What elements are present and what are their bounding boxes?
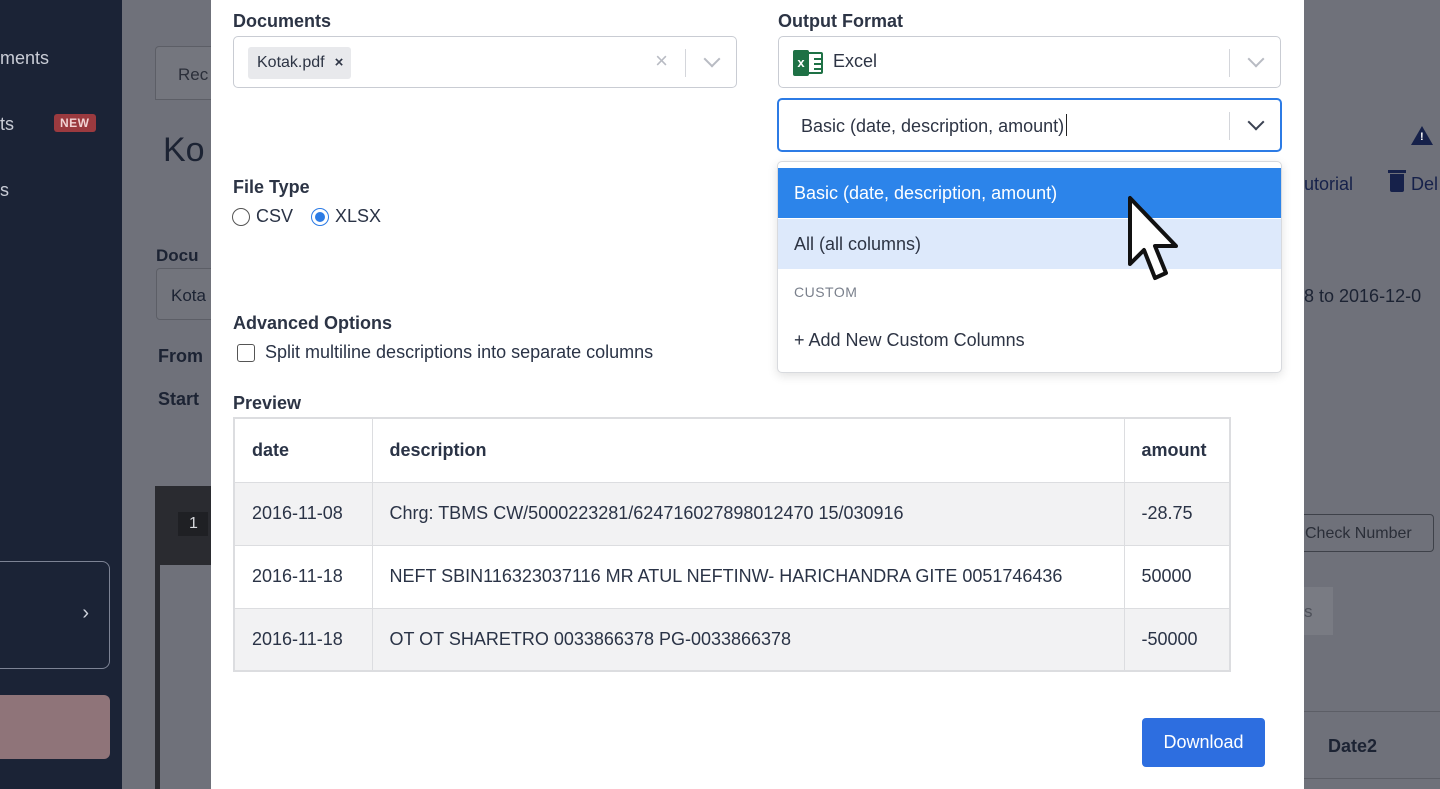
background-documents-label: Docu bbox=[156, 246, 199, 265]
sidebar-item-third[interactable]: s bbox=[0, 180, 9, 201]
output-format-label: Output Format bbox=[778, 11, 903, 31]
option-basic-columns[interactable]: Basic (date, description, amount) bbox=[778, 168, 1281, 218]
column-header-description: description bbox=[371, 417, 1125, 483]
remove-document-icon[interactable]: × bbox=[335, 54, 344, 71]
custom-group-label: CUSTOM bbox=[794, 284, 858, 300]
add-custom-columns-option[interactable]: + Add New Custom Columns bbox=[778, 315, 1281, 363]
tutorial-link: utorial bbox=[1304, 174, 1354, 194]
excel-icon: x bbox=[793, 50, 823, 76]
select-separator bbox=[1229, 112, 1230, 140]
option-all-columns[interactable]: All (all columns) bbox=[778, 219, 1281, 269]
split-multiline-checkbox[interactable] bbox=[237, 343, 255, 362]
columns-select[interactable]: Basic (date, description, amount) bbox=[777, 98, 1282, 152]
background-from-label: From bbox=[158, 346, 203, 366]
preview-label: Preview bbox=[233, 393, 302, 413]
sidebar-card[interactable]: › bbox=[0, 561, 110, 669]
delete-link: Del bbox=[1411, 174, 1439, 194]
select-separator bbox=[1229, 49, 1230, 77]
column-header-amount: amount bbox=[1123, 417, 1231, 483]
background-page-number: 1 bbox=[178, 512, 208, 536]
output-format-value: Excel bbox=[833, 51, 878, 71]
background-start-label: Start bbox=[158, 389, 200, 409]
cell-date: 2016-11-08 bbox=[233, 481, 373, 546]
sidebar-item-documents[interactable]: ments bbox=[0, 48, 49, 69]
split-multiline-label[interactable]: Split multiline descriptions into separa… bbox=[265, 342, 653, 363]
advanced-options-label: Advanced Options bbox=[233, 313, 393, 333]
xlsx-radio-label[interactable]: XLSX bbox=[335, 206, 381, 227]
background-heading: Ko bbox=[163, 131, 205, 169]
split-multiline-option: Split multiline descriptions into separa… bbox=[237, 342, 653, 363]
xlsx-radio[interactable] bbox=[311, 207, 330, 226]
table-row: 2016-11-18 NEFT SBIN116323037116 MR ATUL… bbox=[233, 544, 1231, 609]
download-button[interactable]: Download bbox=[1142, 718, 1265, 767]
cell-amount: -50000 bbox=[1123, 607, 1231, 672]
sidebar-item-receipts[interactable]: ts bbox=[0, 114, 14, 135]
cell-amount: 50000 bbox=[1123, 544, 1231, 609]
trash-icon bbox=[1388, 170, 1406, 192]
select-separator bbox=[685, 49, 686, 77]
output-format-select[interactable]: x Excel bbox=[778, 36, 1281, 88]
table-header-row: date description amount bbox=[233, 417, 1231, 483]
document-chip: Kotak.pdf × bbox=[248, 47, 352, 79]
background-check-number-button: Check Number bbox=[1298, 514, 1434, 552]
csv-radio-label[interactable]: CSV bbox=[256, 206, 293, 227]
cell-amount: -28.75 bbox=[1123, 481, 1231, 546]
background-date-range: 8 to 2016-12-0 bbox=[1304, 286, 1422, 306]
warning-icon-mark: ! bbox=[1420, 131, 1424, 143]
preview-table: date description amount 2016-11-08 Chrg:… bbox=[233, 417, 1231, 672]
text-caret bbox=[1066, 114, 1068, 136]
document-chip-label: Kotak.pdf bbox=[257, 54, 325, 71]
cell-date: 2016-11-18 bbox=[233, 607, 373, 672]
csv-radio[interactable] bbox=[232, 207, 250, 226]
table-row: 2016-11-18 OT OT SHARETRO 0033866378 PG-… bbox=[233, 607, 1231, 672]
chevron-right-icon: › bbox=[82, 602, 89, 624]
column-header-date: date bbox=[233, 417, 373, 483]
chevron-down-icon[interactable] bbox=[703, 50, 721, 68]
columns-select-value[interactable]: Basic (date, description, amount) bbox=[801, 114, 1068, 137]
table-row: 2016-11-08 Chrg: TBMS CW/5000223281/6247… bbox=[233, 481, 1231, 546]
chevron-down-icon[interactable] bbox=[1247, 113, 1265, 131]
documents-label: Documents bbox=[233, 11, 332, 31]
chevron-down-icon[interactable] bbox=[1247, 50, 1265, 68]
new-badge: NEW bbox=[54, 114, 96, 132]
cell-date: 2016-11-18 bbox=[233, 544, 373, 609]
cell-description: Chrg: TBMS CW/5000223281/624716027898012… bbox=[371, 481, 1125, 546]
mouse-pointer-icon bbox=[1128, 196, 1178, 280]
sidebar: ments ts NEW s › bbox=[0, 0, 122, 789]
sidebar-action-block[interactable] bbox=[0, 695, 110, 759]
columns-dropdown-menu: Basic (date, description, amount) All (a… bbox=[777, 161, 1282, 373]
file-type-label: File Type bbox=[233, 177, 310, 197]
background-date2-header: Date2 bbox=[1328, 736, 1378, 756]
documents-select[interactable]: Kotak.pdf × × bbox=[233, 36, 737, 88]
cell-description: NEFT SBIN116323037116 MR ATUL NEFTINW- H… bbox=[371, 544, 1125, 609]
cell-description: OT OT SHARETRO 0033866378 PG-0033866378 bbox=[371, 607, 1125, 672]
clear-icon[interactable]: × bbox=[655, 50, 668, 72]
file-type-radio-group: CSV XLSX bbox=[232, 206, 381, 227]
